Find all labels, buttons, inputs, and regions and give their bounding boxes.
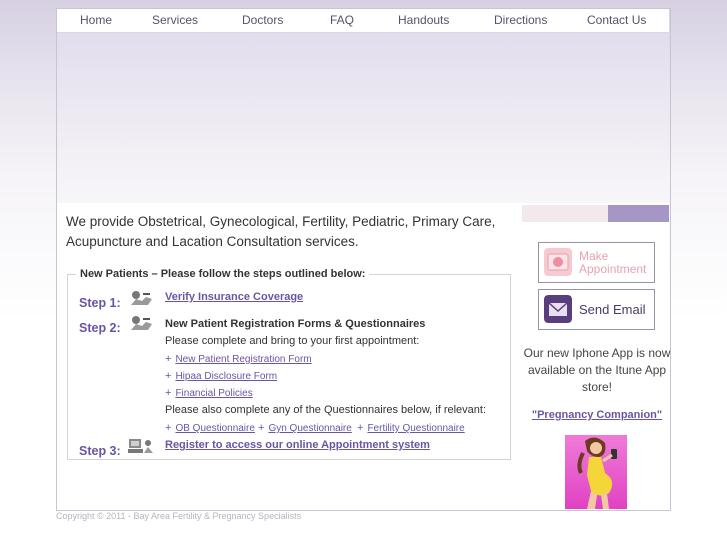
bullet-icon: + [165,387,172,399]
pregnancy-companion-link[interactable]: "Pregnancy Companion" [522,409,672,421]
bullet-icon: + [165,353,172,365]
nav-contact-us[interactable]: Contact Us [587,13,646,27]
questionnaire-note: Please also complete any of the Question… [165,404,487,416]
make-appointment-button[interactable]: Make Appointment [538,242,655,283]
registration-forms-heading: New Patient Registration Forms & Questio… [165,318,426,330]
hand-pointer-icon [131,291,152,305]
nav-home[interactable]: Home [80,13,112,27]
step1-label: Step 1: [79,296,121,310]
make-appointment-label-line2: Appointment [579,262,647,276]
calendar-heart-icon [544,248,572,276]
financial-policies-link[interactable]: + Financial Policies [165,387,253,399]
footer-copyright: Copyright © 2011 - Bay Area Fertility & … [56,511,302,521]
new-patient-registration-form-link[interactable]: + New Patient Registration Form [165,353,312,365]
hand-pointer-icon [131,316,152,330]
nav-faq[interactable]: FAQ [330,13,354,27]
pregnant-woman-illustration [577,437,617,509]
nav-handouts[interactable]: Handouts [398,13,449,27]
envelope-icon [544,295,572,323]
bullet-icon: + [258,422,265,434]
nav-services[interactable]: Services [152,13,198,27]
bullet-icon: + [357,422,364,434]
new-patients-legend: New Patients – Please follow the steps o… [80,268,366,280]
intro-text: We provide Obstetrical, Gynecological, F… [66,214,496,249]
fertility-questionnaire-link[interactable]: + Fertility Questionnaire [357,422,465,434]
computer-user-icon [128,439,153,453]
ob-questionnaire-link[interactable]: + OB Questionnaire [165,422,255,434]
send-email-label: Send Email [579,302,646,317]
pregnancy-companion-image[interactable] [565,435,627,509]
sidebar-tab-right [608,205,669,222]
sidebar-tab-left [522,205,608,222]
nav-doctors[interactable]: Doctors [242,13,283,27]
hero-banner [57,33,669,203]
verify-insurance-link[interactable]: Verify Insurance Coverage [165,291,303,303]
nav-directions[interactable]: Directions [494,13,547,27]
complete-forms-instruction: Please complete and bring to your first … [165,335,420,347]
iphone-app-text: Our new Iphone App is now available on t… [523,346,671,394]
bullet-icon: + [165,370,172,382]
step3-label: Step 3: [79,444,121,458]
main-nav: Home Services Doctors FAQ Handouts Direc… [57,9,669,33]
register-appointment-system-link[interactable]: Register to access our online Appointmen… [165,439,430,451]
gyn-questionnaire-link[interactable]: + Gyn Questionnaire [258,422,352,434]
bullet-icon: + [165,422,172,434]
hipaa-disclosure-form-link[interactable]: + Hipaa Disclosure Form [165,370,277,382]
step2-label: Step 2: [79,321,121,335]
send-email-button[interactable]: Send Email [538,289,655,330]
